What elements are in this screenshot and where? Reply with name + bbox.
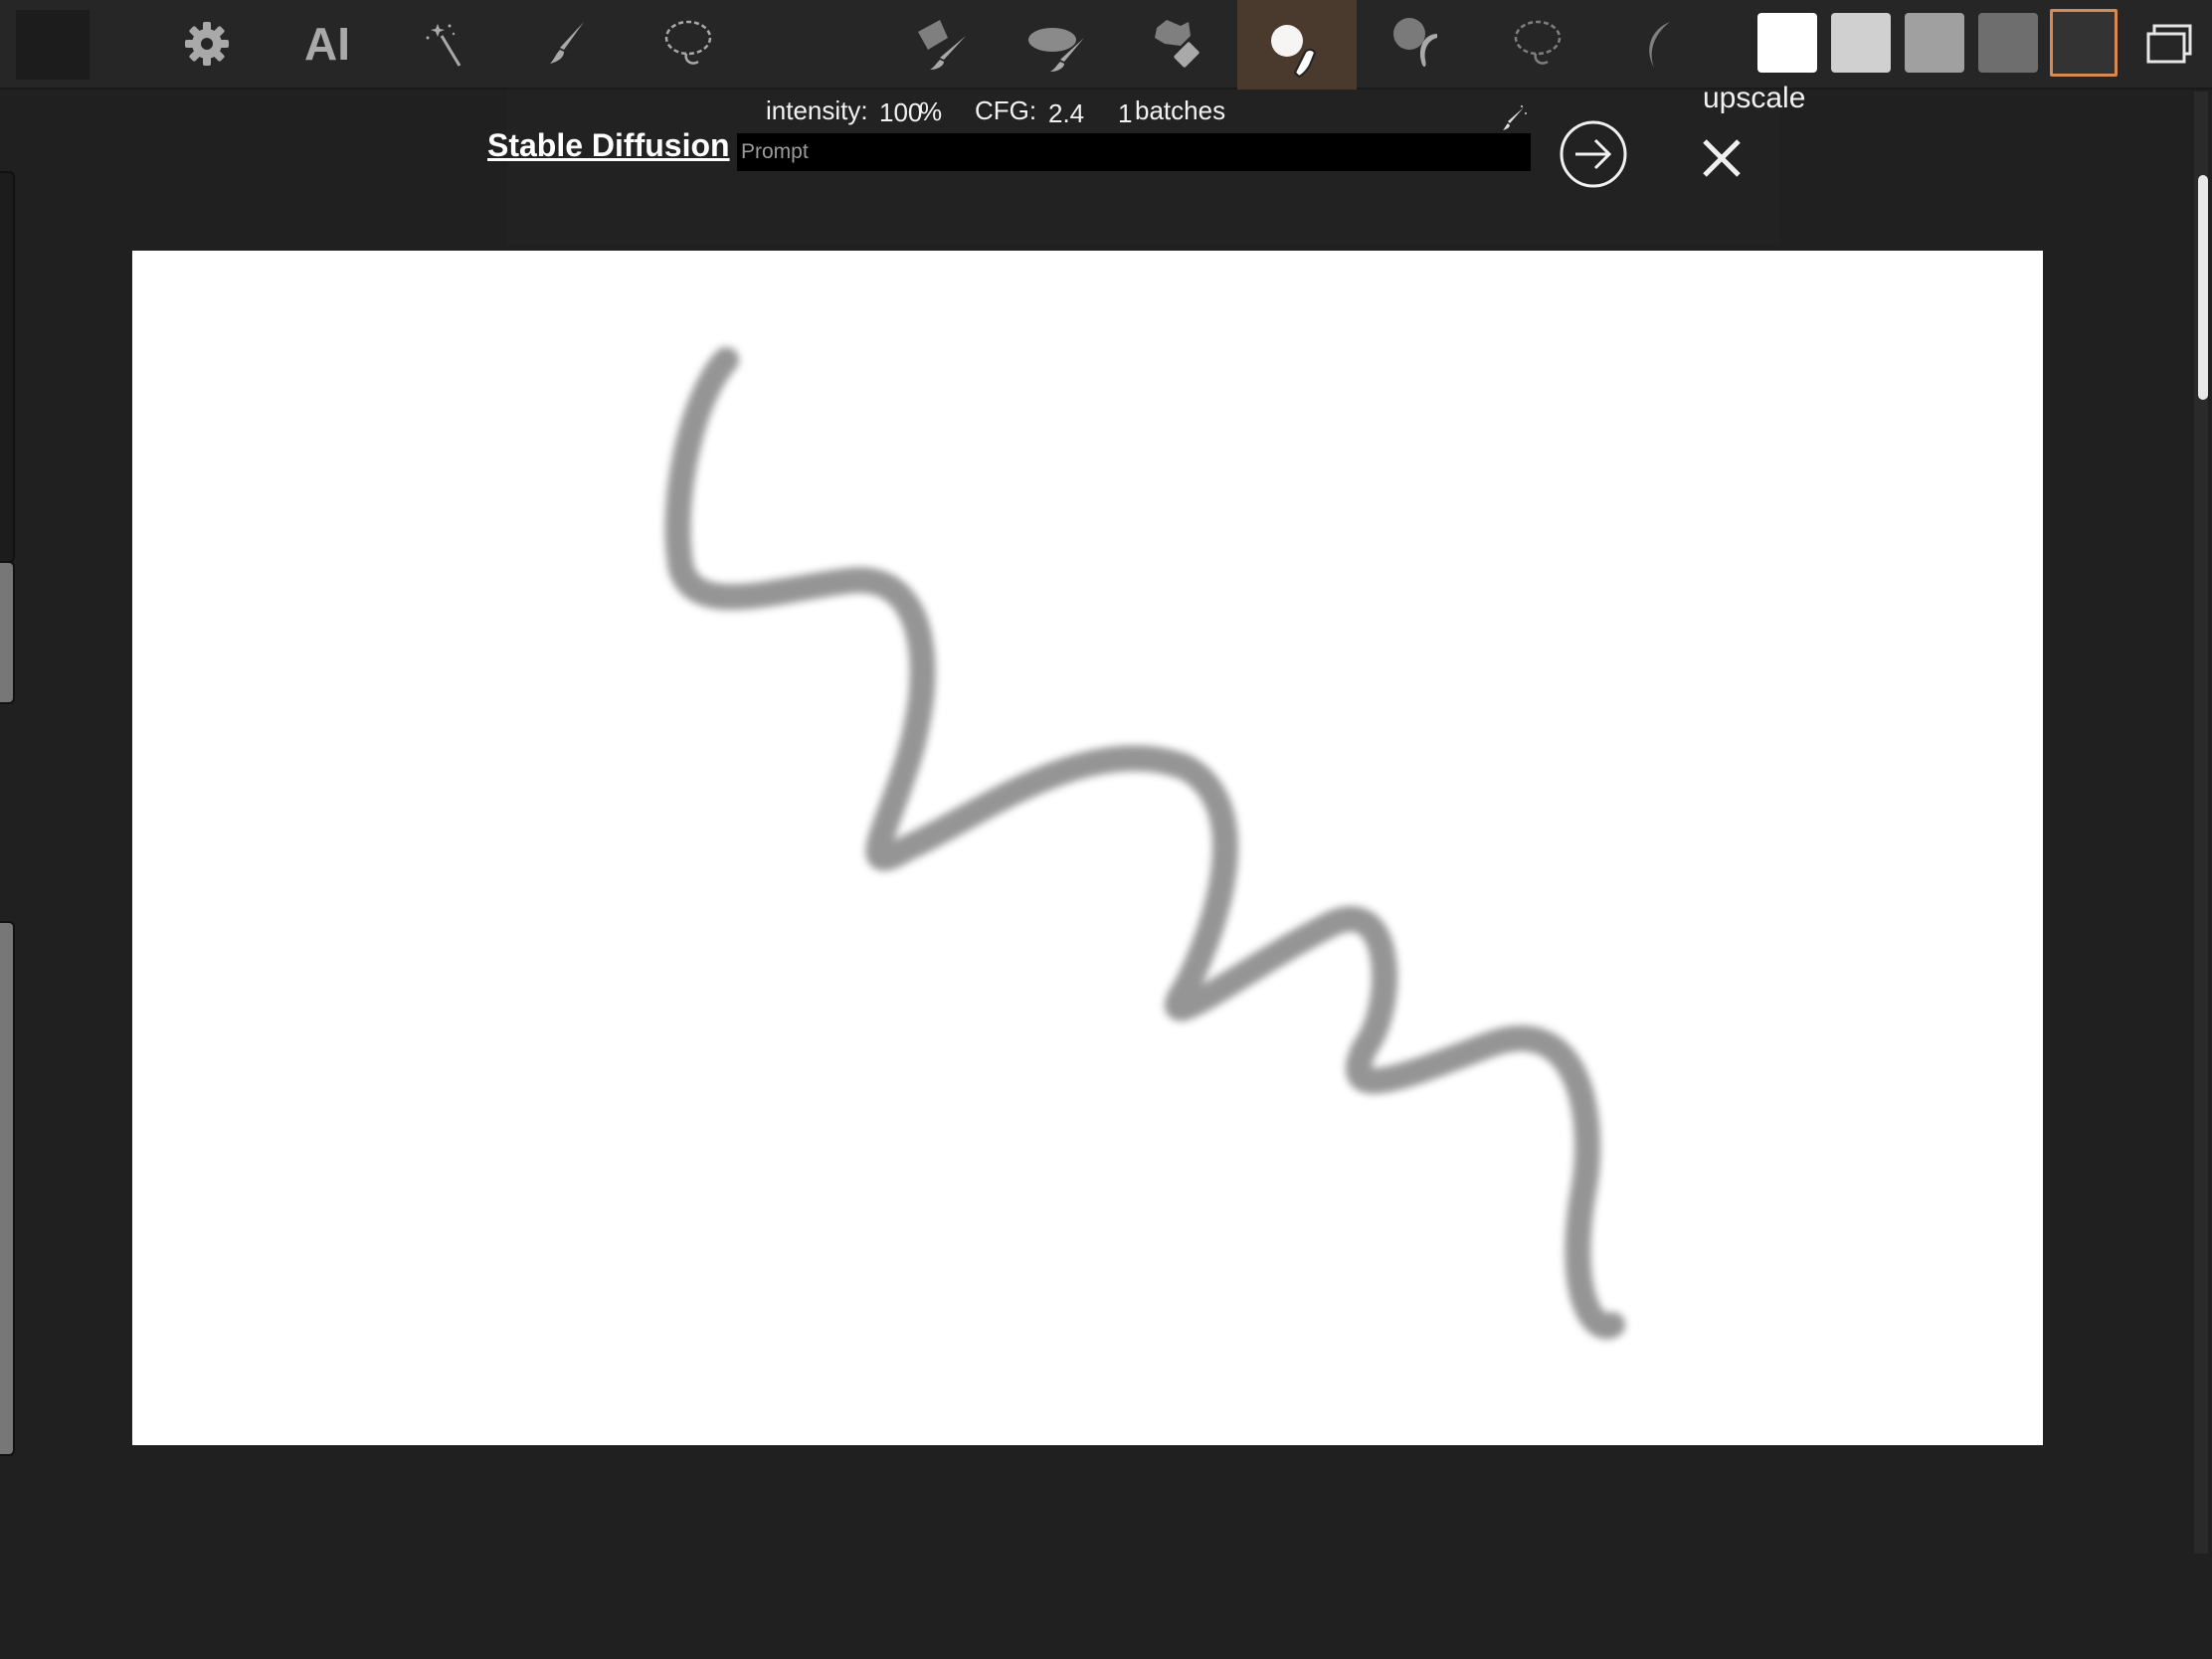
- cfg-label: CFG:: [975, 95, 1037, 125]
- lasso-button[interactable]: [634, 0, 743, 88]
- intensity-label: intensity:: [766, 95, 868, 125]
- batches-value[interactable]: 1: [1118, 98, 1132, 129]
- close-icon[interactable]: [1699, 135, 1745, 181]
- document-thumbnail[interactable]: [16, 10, 90, 80]
- lasso-2-button[interactable]: [1483, 0, 1592, 88]
- ai-label: AI: [304, 18, 350, 70]
- color-swatch-gray[interactable]: [1905, 13, 1964, 73]
- smudge-brush-button[interactable]: [887, 0, 997, 88]
- batches-label: batches: [1135, 95, 1226, 125]
- magic-wand-icon: [426, 24, 461, 67]
- right-scrollbar-thumb[interactable]: [2198, 175, 2208, 400]
- stable-diffusion-title[interactable]: Stable Diffusion: [487, 127, 730, 164]
- left-side-rail: [0, 171, 16, 1456]
- brush-icon: [550, 22, 584, 64]
- brush-size-slider[interactable]: [0, 561, 15, 704]
- ai-button[interactable]: AI: [273, 0, 382, 88]
- blur-finger-icon: [1271, 25, 1317, 79]
- eraser-icon: [1155, 20, 1199, 68]
- gear-icon: [185, 22, 229, 66]
- eraser-button[interactable]: [1124, 0, 1233, 88]
- smudge-brush-icon: [918, 20, 966, 70]
- blur-finger-button[interactable]: [1237, 0, 1357, 101]
- brush-button[interactable]: [513, 0, 623, 88]
- layers-icon[interactable]: [2144, 20, 2194, 68]
- oval-brush-button[interactable]: [1004, 0, 1113, 88]
- drawing-canvas[interactable]: [132, 251, 2043, 1445]
- settings-button[interactable]: [152, 0, 262, 88]
- curve-button[interactable]: [1603, 0, 1713, 88]
- prompt-input[interactable]: [737, 133, 1531, 171]
- oval-brush-icon: [1028, 28, 1084, 72]
- top-toolbar: AI: [0, 0, 2212, 101]
- brush-opacity-slider[interactable]: [0, 921, 15, 1456]
- liquify-button[interactable]: [1363, 0, 1472, 88]
- lasso-icon: [664, 20, 712, 65]
- intensity-unit: %: [919, 96, 943, 126]
- rail-segment-top: [0, 171, 15, 563]
- brush-stroke: [664, 347, 1625, 1340]
- liquify-icon: [1393, 18, 1437, 68]
- magic-wand-button[interactable]: [393, 0, 502, 88]
- curve-icon: [1649, 22, 1670, 68]
- pen-icon[interactable]: [1500, 103, 1530, 133]
- lasso-icon: [1514, 20, 1562, 65]
- generate-button[interactable]: [1558, 118, 1629, 190]
- color-swatch-white[interactable]: [1757, 13, 1817, 73]
- upscale-label[interactable]: upscale: [1703, 82, 1805, 115]
- intensity-value[interactable]: 100: [879, 97, 922, 128]
- cfg-value[interactable]: 2.4: [1048, 98, 1084, 129]
- color-swatch-dark-gray[interactable]: [1978, 13, 2038, 73]
- color-swatch-selected[interactable]: [2050, 9, 2118, 77]
- color-swatch-light-gray[interactable]: [1831, 13, 1891, 73]
